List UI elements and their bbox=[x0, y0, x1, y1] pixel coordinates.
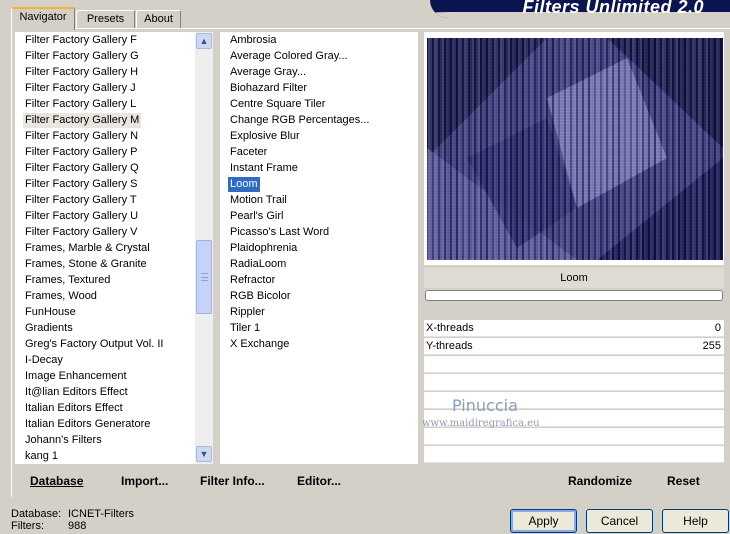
category-item[interactable]: Filter Factory Gallery F bbox=[23, 33, 139, 48]
database-label: Database: bbox=[11, 508, 62, 520]
filter-item[interactable]: Instant Frame bbox=[228, 161, 300, 176]
filter-list[interactable]: Ambrosia Average Colored Gray... Average G… bbox=[220, 32, 418, 464]
category-item[interactable]: Italian Editors Generatore bbox=[23, 417, 152, 432]
scroll-up-button[interactable]: ▲ bbox=[196, 33, 212, 49]
category-item[interactable]: Filter Factory Gallery V bbox=[23, 225, 139, 240]
database-value: ICNET-Filters bbox=[68, 508, 134, 520]
filters-count: 988 bbox=[68, 520, 87, 532]
category-item[interactable]: Filter Factory Gallery N bbox=[23, 129, 140, 144]
category-item[interactable]: Gradients bbox=[23, 321, 75, 336]
cancel-button[interactable]: Cancel bbox=[586, 509, 653, 533]
category-item[interactable]: Greg's Factory Output Vol. II bbox=[23, 337, 165, 352]
tab-presets[interactable]: Presets bbox=[76, 10, 135, 29]
filter-info-button[interactable]: Filter Info... bbox=[200, 474, 265, 488]
progress-bar bbox=[425, 290, 723, 301]
param-row-empty bbox=[424, 374, 724, 391]
filter-item[interactable]: Average Gray... bbox=[228, 65, 308, 80]
filter-item[interactable]: Picasso's Last Word bbox=[228, 225, 331, 240]
filter-item[interactable]: Loom bbox=[228, 177, 260, 192]
filter-item[interactable]: Centre Square Tiler bbox=[228, 97, 327, 112]
category-item[interactable]: Filter Factory Gallery P bbox=[23, 145, 139, 160]
app-title: Filters Unlimited 2.0 bbox=[522, 0, 704, 17]
filter-item[interactable]: Pearl's Girl bbox=[228, 209, 285, 224]
watermark-url: www.maidiregrafica.eu bbox=[422, 418, 540, 429]
filter-item[interactable]: RGB Bicolor bbox=[228, 289, 293, 304]
param-label: X-threads bbox=[426, 322, 474, 334]
parameter-list: X-threads 0 Y-threads 255 bbox=[424, 302, 724, 464]
category-item[interactable]: Filter Factory Gallery H bbox=[23, 65, 140, 80]
filter-item[interactable]: X Exchange bbox=[228, 337, 291, 352]
category-item[interactable]: Frames, Textured bbox=[23, 273, 112, 288]
reset-button[interactable]: Reset bbox=[667, 474, 700, 488]
filter-item[interactable]: Tiler 1 bbox=[228, 321, 262, 336]
param-row-empty bbox=[424, 356, 724, 373]
category-item[interactable]: Filter Factory Gallery Q bbox=[23, 161, 141, 176]
filter-name-label: Loom bbox=[424, 268, 724, 288]
filter-item[interactable]: Change RGB Percentages... bbox=[228, 113, 371, 128]
category-item[interactable]: Filter Factory Gallery J bbox=[23, 81, 138, 96]
param-row-x-threads[interactable]: X-threads 0 bbox=[424, 320, 724, 337]
editor-button[interactable]: Editor... bbox=[297, 474, 341, 488]
param-row-empty bbox=[424, 428, 724, 445]
category-item[interactable]: Italian Editors Effect bbox=[23, 401, 125, 416]
filter-item[interactable]: Biohazard Filter bbox=[228, 81, 309, 96]
panel-toolbar: Database Import... Filter Info... Editor… bbox=[15, 466, 725, 494]
database-button[interactable]: Database bbox=[30, 474, 83, 488]
param-value: 255 bbox=[702, 340, 721, 352]
category-item[interactable]: Frames, Marble & Crystal bbox=[23, 241, 152, 256]
category-item[interactable]: I-Decay bbox=[23, 353, 65, 368]
filter-item[interactable]: RadiaLoom bbox=[228, 257, 288, 272]
param-value: 0 bbox=[714, 322, 721, 334]
category-item[interactable]: FunHouse bbox=[23, 305, 78, 320]
param-row-empty bbox=[424, 446, 724, 463]
loom-preview-image bbox=[427, 38, 723, 260]
apply-button[interactable]: Apply bbox=[510, 509, 577, 533]
randomize-button[interactable]: Randomize bbox=[568, 474, 632, 488]
tab-about[interactable]: About bbox=[136, 10, 181, 29]
filter-item[interactable]: Motion Trail bbox=[228, 193, 289, 208]
category-list[interactable]: Filter Factory Gallery F Filter Factory G… bbox=[15, 32, 195, 464]
category-item[interactable]: Filter Factory Gallery G bbox=[23, 49, 141, 64]
category-item[interactable]: Frames, Stone & Granite bbox=[23, 257, 149, 272]
filter-item[interactable]: Plaidophrenia bbox=[228, 241, 299, 256]
filter-item[interactable]: Explosive Blur bbox=[228, 129, 302, 144]
filters-label: Filters: bbox=[11, 520, 44, 532]
scroll-thumb[interactable] bbox=[196, 240, 212, 314]
category-item[interactable]: Frames, Wood bbox=[23, 289, 99, 304]
filter-item[interactable]: Refractor bbox=[228, 273, 277, 288]
preview-panel bbox=[424, 32, 724, 265]
app-title-banner: Filters Unlimited 2.0 bbox=[430, 0, 730, 18]
tab-navigator[interactable]: Navigator bbox=[11, 7, 75, 30]
filter-item[interactable]: Rippler bbox=[228, 305, 267, 320]
category-item[interactable]: Filter Factory Gallery L bbox=[23, 97, 138, 112]
param-row-y-threads[interactable]: Y-threads 255 bbox=[424, 338, 724, 355]
param-label: Y-threads bbox=[426, 340, 473, 352]
category-item[interactable]: kang 1 bbox=[23, 449, 60, 464]
category-item[interactable]: Filter Factory Gallery M bbox=[23, 113, 142, 128]
filter-item[interactable]: Ambrosia bbox=[228, 33, 278, 48]
category-scrollbar[interactable]: ▲ ▼ bbox=[195, 32, 213, 464]
watermark-name: Pinuccia bbox=[452, 396, 518, 415]
scroll-down-button[interactable]: ▼ bbox=[196, 446, 212, 462]
category-item[interactable]: Filter Factory Gallery T bbox=[23, 193, 139, 208]
category-item[interactable]: Image Enhancement bbox=[23, 369, 129, 384]
help-button[interactable]: Help bbox=[662, 509, 729, 533]
status-info: Database: ICNET-Filters Filters: 988 bbox=[11, 508, 134, 532]
category-item[interactable]: Johann's Filters bbox=[23, 433, 104, 448]
category-item[interactable]: Filter Factory Gallery U bbox=[23, 209, 140, 224]
filter-item[interactable]: Average Colored Gray... bbox=[228, 49, 350, 64]
filter-item[interactable]: Faceter bbox=[228, 145, 269, 160]
import-button[interactable]: Import... bbox=[121, 474, 168, 488]
category-item[interactable]: It@lian Editors Effect bbox=[23, 385, 130, 400]
category-item[interactable]: Filter Factory Gallery S bbox=[23, 177, 139, 192]
